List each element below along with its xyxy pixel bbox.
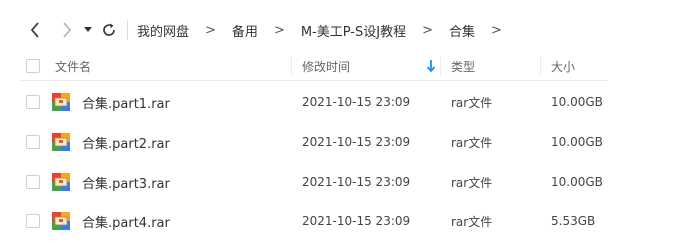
table-row[interactable]: 合集.part1.rar 2021-10-15 23:09 rar文件 10.0… <box>20 82 608 122</box>
file-size: 10.00GB <box>551 135 603 149</box>
row-check-cell <box>26 122 40 162</box>
file-modified: 2021-10-15 23:09 <box>302 135 411 149</box>
file-type: rar文件 <box>451 175 493 190</box>
breadcrumb-separator: > <box>273 22 285 38</box>
toolbar: 我的网盘 > 备用 > M-美工P-S设J教程 > 合集 > <box>0 14 694 46</box>
breadcrumb-item-backup[interactable]: 备用 <box>232 21 258 40</box>
breadcrumb-separator: > <box>422 22 433 38</box>
column-divider[interactable] <box>291 56 292 76</box>
breadcrumb-separator: > <box>491 22 502 38</box>
forward-button[interactable] <box>56 16 78 44</box>
toolbar-divider <box>127 20 128 40</box>
file-browser: 我的网盘 > 备用 > M-美工P-S设J教程 > 合集 > 文件名 修改时间 … <box>0 0 694 244</box>
chevron-left-icon <box>30 22 39 38</box>
file-modified: 2021-10-15 23:09 <box>302 175 411 189</box>
breadcrumb-separator: > <box>205 22 216 38</box>
select-all-cell <box>26 52 40 80</box>
column-divider[interactable] <box>440 56 441 76</box>
file-name[interactable]: 合集.part4.rar <box>82 201 170 241</box>
rar-archive-icon <box>51 201 71 241</box>
row-checkbox[interactable] <box>26 95 40 109</box>
breadcrumb-item-tutorial[interactable]: M-美工P-S设J教程 <box>301 21 406 40</box>
file-size: 10.00GB <box>551 95 603 109</box>
row-checkbox[interactable] <box>26 135 40 149</box>
file-type: rar文件 <box>451 135 493 150</box>
column-header-type[interactable]: 类型 <box>451 52 475 80</box>
caret-down-icon <box>84 27 92 32</box>
rar-archive-icon <box>51 122 71 162</box>
rar-archive-icon <box>51 162 71 202</box>
table-row[interactable]: 合集.part4.rar 2021-10-15 23:09 rar文件 5.53… <box>20 201 608 241</box>
rar-archive-icon <box>51 82 71 122</box>
refresh-icon <box>103 23 115 36</box>
back-button[interactable] <box>24 16 46 44</box>
row-checkbox[interactable] <box>26 175 40 189</box>
column-header-name[interactable]: 文件名 <box>55 52 91 80</box>
select-all-checkbox[interactable] <box>26 59 40 73</box>
row-checkbox[interactable] <box>26 214 40 228</box>
table-row[interactable]: 合集.part2.rar 2021-10-15 23:09 rar文件 10.0… <box>20 122 608 162</box>
row-check-cell <box>26 82 40 122</box>
file-name[interactable]: 合集.part3.rar <box>82 162 170 202</box>
breadcrumb-item-collection[interactable]: 合集 <box>449 21 475 40</box>
file-name[interactable]: 合集.part1.rar <box>82 82 170 122</box>
file-modified: 2021-10-15 23:09 <box>302 214 411 228</box>
history-dropdown-button[interactable] <box>80 16 96 44</box>
breadcrumb-item-my-drive[interactable]: 我的网盘 <box>137 21 189 40</box>
file-size: 10.00GB <box>551 175 603 189</box>
sort-down-arrow-icon[interactable] <box>426 59 436 76</box>
column-header-modified[interactable]: 修改时间 <box>302 52 350 80</box>
file-size: 5.53GB <box>551 214 596 228</box>
row-check-cell <box>26 201 40 241</box>
breadcrumb: 我的网盘 > 备用 > M-美工P-S设J教程 > 合集 > <box>137 14 502 46</box>
table-row[interactable]: 合集.part3.rar 2021-10-15 23:09 rar文件 10.0… <box>20 162 608 202</box>
column-divider[interactable] <box>540 56 541 76</box>
file-type: rar文件 <box>451 214 493 229</box>
file-table-header: 文件名 修改时间 类型 大小 <box>20 52 608 81</box>
file-name[interactable]: 合集.part2.rar <box>82 122 170 162</box>
row-check-cell <box>26 162 40 202</box>
refresh-button[interactable] <box>98 16 120 44</box>
chevron-right-icon <box>63 22 72 38</box>
file-type: rar文件 <box>451 95 493 110</box>
file-modified: 2021-10-15 23:09 <box>302 95 411 109</box>
column-header-size[interactable]: 大小 <box>551 52 575 80</box>
